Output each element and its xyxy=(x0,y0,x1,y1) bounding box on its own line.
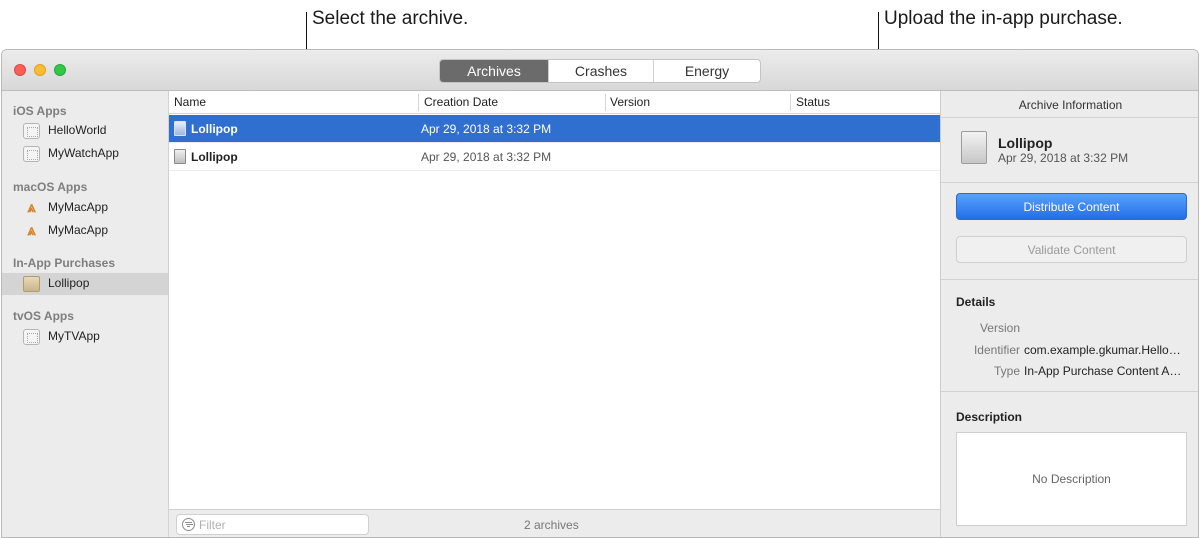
archive-count: 2 archives xyxy=(524,518,579,532)
callout-select-archive: Select the archive. xyxy=(312,8,469,29)
divider xyxy=(941,279,1198,280)
list-header: Name Creation Date Version Status xyxy=(169,91,940,114)
organizer-window: Archives Crashes Energy iOS Apps HelloWo… xyxy=(1,49,1199,538)
validate-content-button[interactable]: Validate Content xyxy=(956,236,1187,263)
divider xyxy=(941,391,1198,392)
sidebar-section-in-app-purchases: In-App Purchases xyxy=(13,256,116,270)
filter-icon xyxy=(182,518,195,531)
minimize-window-button[interactable] xyxy=(34,64,46,76)
sidebar-section-ios: iOS Apps xyxy=(13,104,67,118)
tab-crashes[interactable]: Crashes xyxy=(549,60,654,82)
sidebar-item-mymacapp[interactable]: ⩓ MyMacApp xyxy=(2,197,168,219)
archive-name: Lollipop xyxy=(191,150,238,164)
column-divider[interactable] xyxy=(790,94,791,111)
filter-field[interactable]: Filter xyxy=(176,514,369,535)
tvos-app-icon xyxy=(23,329,40,345)
sidebar-item-mytvapp[interactable]: MyTVApp xyxy=(2,326,168,348)
details-label-type: Type xyxy=(993,364,1020,378)
sidebar-item-label: MyWatchApp xyxy=(48,146,119,160)
sidebar-item-label: Lollipop xyxy=(48,276,90,290)
ios-app-icon xyxy=(23,146,40,162)
inspector-archive-date: Apr 29, 2018 at 3:32 PM xyxy=(998,151,1129,165)
details-value-type: In-App Purchase Content A… xyxy=(1024,364,1182,378)
column-header-version[interactable]: Version xyxy=(610,95,650,109)
archive-list: Name Creation Date Version Status Lollip… xyxy=(169,91,940,537)
archive-document-icon xyxy=(174,121,186,136)
mac-app-icon: ⩓ xyxy=(27,199,36,216)
ios-app-icon xyxy=(23,123,40,139)
column-divider[interactable] xyxy=(605,94,606,111)
details-label-version: Version xyxy=(979,321,1020,335)
sidebar-section-tvos: tvOS Apps xyxy=(13,309,74,323)
archive-inspector: Archive Information Lollipop Apr 29, 201… xyxy=(940,91,1198,537)
column-divider[interactable] xyxy=(418,94,419,111)
close-window-button[interactable] xyxy=(14,64,26,76)
archive-name: Lollipop xyxy=(191,122,238,136)
archive-row[interactable]: Lollipop Apr 29, 2018 at 3:32 PM xyxy=(169,143,940,171)
archive-date: Apr 29, 2018 at 3:32 PM xyxy=(421,122,552,136)
sidebar-item-mymacapp-2[interactable]: ⩓ MyMacApp xyxy=(2,220,168,242)
callout-upload-purchase: Upload the in-app purchase. xyxy=(884,8,1123,29)
column-header-creation-date[interactable]: Creation Date xyxy=(424,95,498,109)
distribute-content-button[interactable]: Distribute Content xyxy=(956,193,1187,220)
filter-placeholder: Filter xyxy=(199,518,226,532)
sidebar-item-label: HelloWorld xyxy=(48,123,107,137)
description-title: Description xyxy=(956,410,1023,424)
inspector-title: Archive Information xyxy=(1018,98,1123,112)
archive-document-icon xyxy=(174,149,186,164)
tab-archives[interactable]: Archives xyxy=(440,60,549,82)
sidebar-item-mywatchapp[interactable]: MyWatchApp xyxy=(2,143,168,165)
title-bar: Archives Crashes Energy xyxy=(2,50,1198,91)
inspector-header: Archive Information xyxy=(941,91,1198,118)
zoom-window-button[interactable] xyxy=(54,64,66,76)
organizer-tab-bar: Archives Crashes Energy xyxy=(439,59,761,83)
sidebar-item-label: MyMacApp xyxy=(48,223,109,237)
archive-date: Apr 29, 2018 at 3:32 PM xyxy=(421,150,552,164)
list-footer: Filter 2 archives xyxy=(169,509,940,537)
sidebar: iOS Apps HelloWorld MyWatchApp macOS App… xyxy=(2,91,169,537)
archive-row[interactable]: Lollipop Apr 29, 2018 at 3:32 PM xyxy=(169,115,940,143)
page: Select the archive. Upload the in-app pu… xyxy=(0,0,1200,538)
sidebar-item-label: MyMacApp xyxy=(48,200,109,214)
details-title: Details xyxy=(956,295,996,309)
description-box[interactable]: No Description xyxy=(956,432,1187,526)
divider xyxy=(941,182,1198,183)
details-label-identifier: Identifier xyxy=(973,343,1020,357)
tab-energy[interactable]: Energy xyxy=(654,60,760,82)
sidebar-section-macos: macOS Apps xyxy=(13,180,88,194)
sidebar-item-lollipop[interactable]: Lollipop xyxy=(2,273,168,295)
column-header-status[interactable]: Status xyxy=(796,95,830,109)
sidebar-item-helloworld[interactable]: HelloWorld xyxy=(2,120,168,142)
inspector-archive-name: Lollipop xyxy=(998,135,1053,151)
mac-app-icon: ⩓ xyxy=(27,222,36,239)
details-value-identifier: com.example.gkumar.Hello… xyxy=(1024,343,1181,357)
sidebar-item-label: MyTVApp xyxy=(48,329,100,343)
in-app-purchase-icon xyxy=(23,276,40,292)
archive-document-icon xyxy=(961,131,987,164)
column-header-name[interactable]: Name xyxy=(174,95,206,109)
description-text: No Description xyxy=(1032,472,1111,486)
